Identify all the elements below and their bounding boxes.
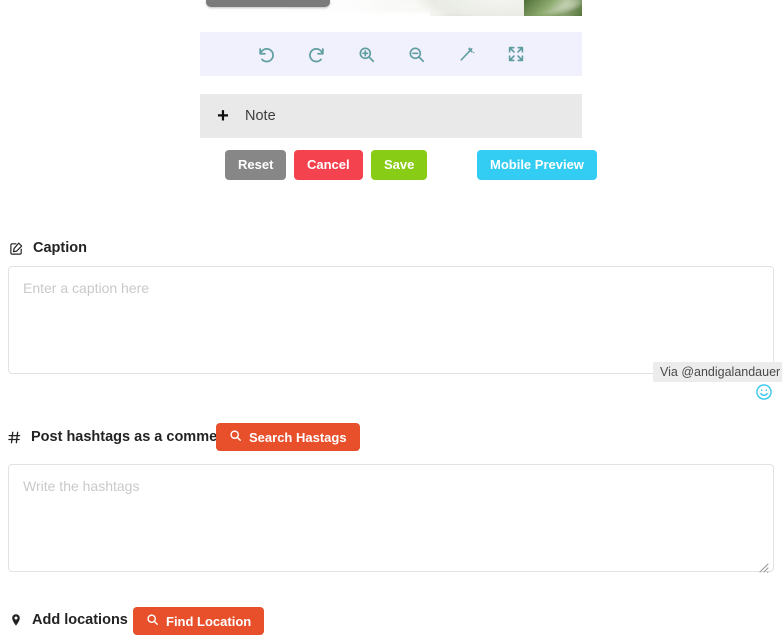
note-label: Note	[245, 108, 276, 124]
caption-section-label: Caption	[9, 240, 87, 256]
hashtags-input[interactable]	[8, 464, 774, 572]
search-icon	[229, 429, 242, 445]
photo-foliage-region	[524, 0, 582, 16]
magic-wand-icon[interactable]	[451, 39, 481, 69]
zoom-out-icon[interactable]	[401, 39, 431, 69]
find-location-label: Find Location	[166, 613, 252, 629]
caption-input[interactable]	[8, 266, 774, 374]
image-editor-toolbar	[200, 32, 582, 76]
smiley-icon[interactable]	[755, 383, 773, 401]
undo-icon[interactable]	[251, 39, 281, 69]
map-pin-icon	[9, 613, 23, 627]
editor-action-buttons: Reset Cancel Save Mobile Preview	[200, 150, 597, 180]
location-label-text: Add locations	[32, 612, 128, 628]
hashtag-label-text: Post hashtags as a comment	[31, 429, 231, 445]
caption-label-text: Caption	[33, 240, 87, 256]
save-button[interactable]: Save	[371, 150, 428, 180]
via-attribution-badge: Via @andigalandauer	[653, 362, 782, 382]
hashtag-section-label: Post hashtags as a comment	[7, 429, 231, 445]
expand-icon[interactable]	[501, 39, 531, 69]
search-hashtags-label: Search Hastags	[249, 429, 347, 445]
find-location-button[interactable]: Find Location	[133, 607, 265, 635]
redo-icon[interactable]	[301, 39, 331, 69]
search-hashtags-button[interactable]: Search Hastags	[216, 423, 360, 451]
note-accordion[interactable]: + Note	[200, 94, 582, 138]
zoom-in-icon[interactable]	[351, 39, 381, 69]
plus-icon: +	[217, 105, 229, 127]
crop-handle[interactable]	[206, 0, 330, 7]
reset-button[interactable]: Reset	[225, 150, 287, 180]
photo-fade-overlay	[200, 9, 430, 16]
image-preview-strip[interactable]	[200, 0, 582, 16]
edit-square-icon	[9, 241, 24, 256]
cancel-button[interactable]: Cancel	[294, 150, 363, 180]
hashtag-icon	[7, 430, 22, 445]
location-section-label: Add locations	[9, 612, 128, 628]
search-icon	[146, 613, 159, 629]
mobile-preview-button[interactable]: Mobile Preview	[477, 150, 597, 180]
